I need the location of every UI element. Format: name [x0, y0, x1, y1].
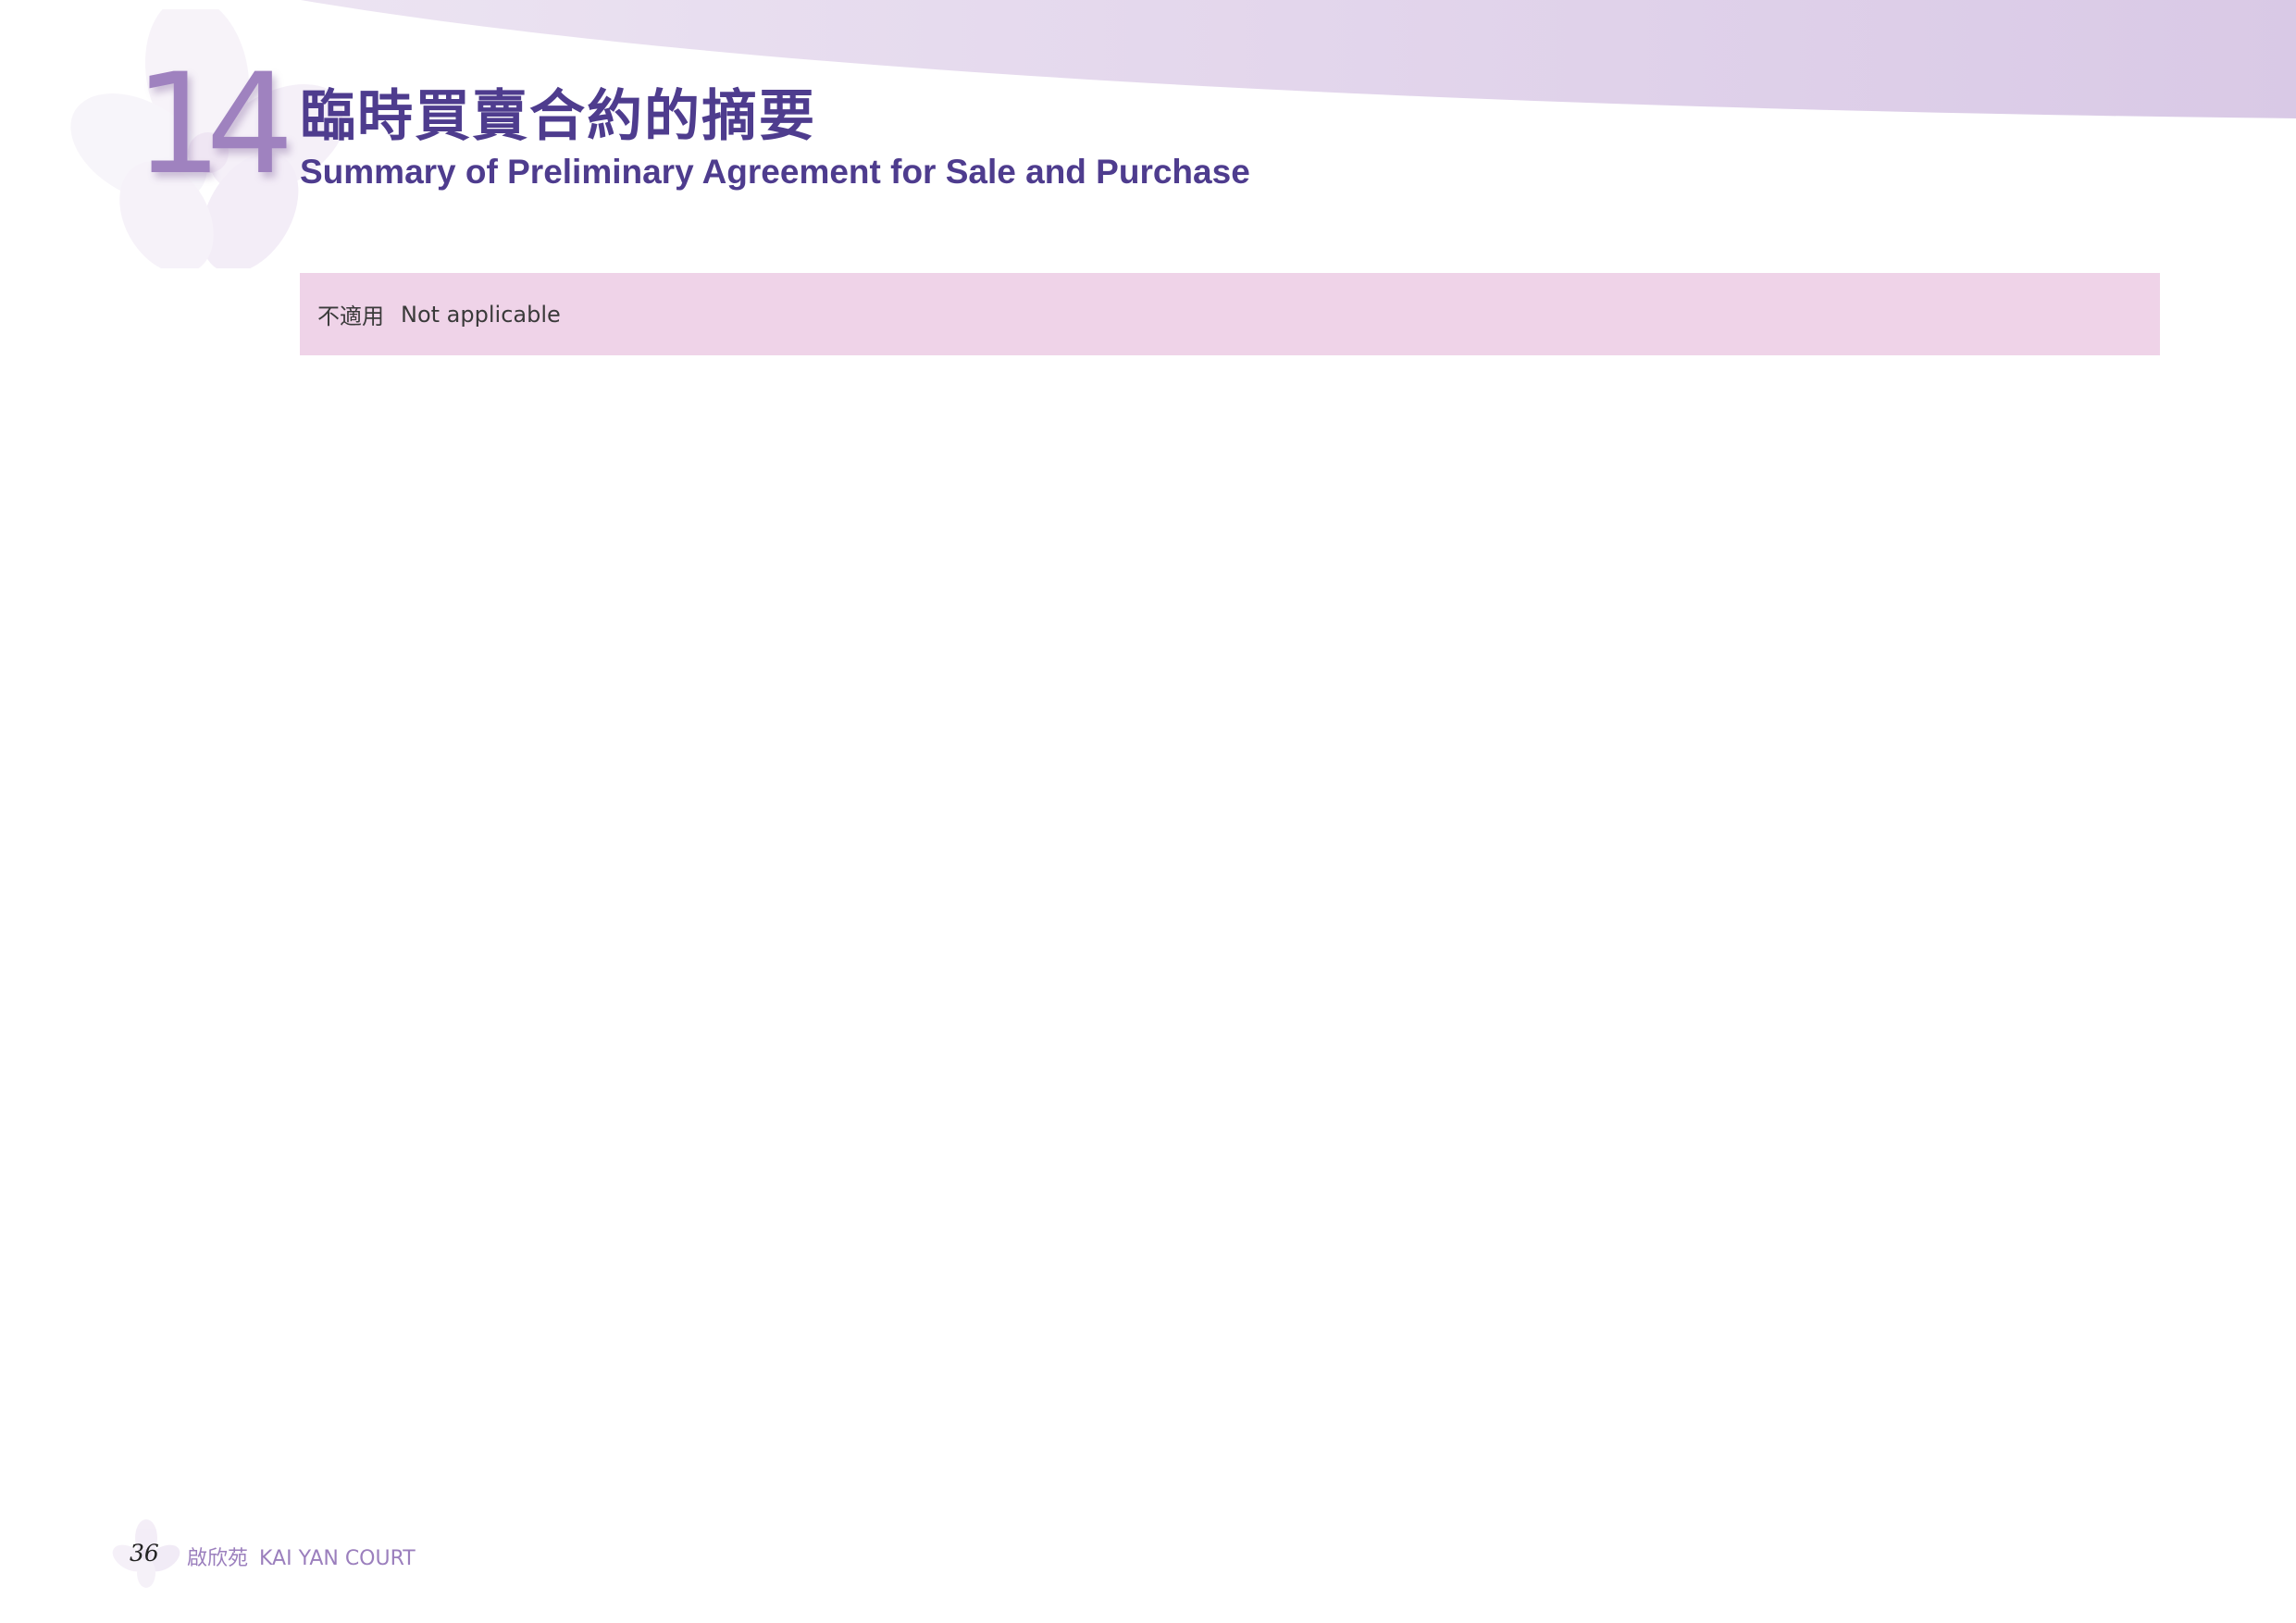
not-applicable-notice: 不適用 Not applicable: [300, 273, 2160, 355]
page-title-chinese: 臨時買賣合約的摘要: [300, 84, 816, 149]
chapter-number: 14: [134, 44, 294, 205]
footer-brand-chinese: 啟欣苑: [187, 1547, 249, 1570]
notice-text-english: Not applicable: [401, 301, 561, 328]
page-title-english: Summary of Preliminary Agreement for Sal…: [300, 153, 1250, 191]
notice-text-chinese: 不適用: [317, 304, 384, 329]
page-title-block: 臨時買賣合約的摘要 Summary of Preliminary Agreeme…: [300, 83, 1250, 192]
footer-brand: 啟欣苑 KAI YAN COURT: [187, 1542, 416, 1571]
page-number: 36: [130, 1540, 159, 1567]
page-footer: 36 啟欣苑 KAI YAN COURT: [109, 1518, 664, 1592]
footer-brand-english: KAI YAN COURT: [259, 1547, 416, 1570]
